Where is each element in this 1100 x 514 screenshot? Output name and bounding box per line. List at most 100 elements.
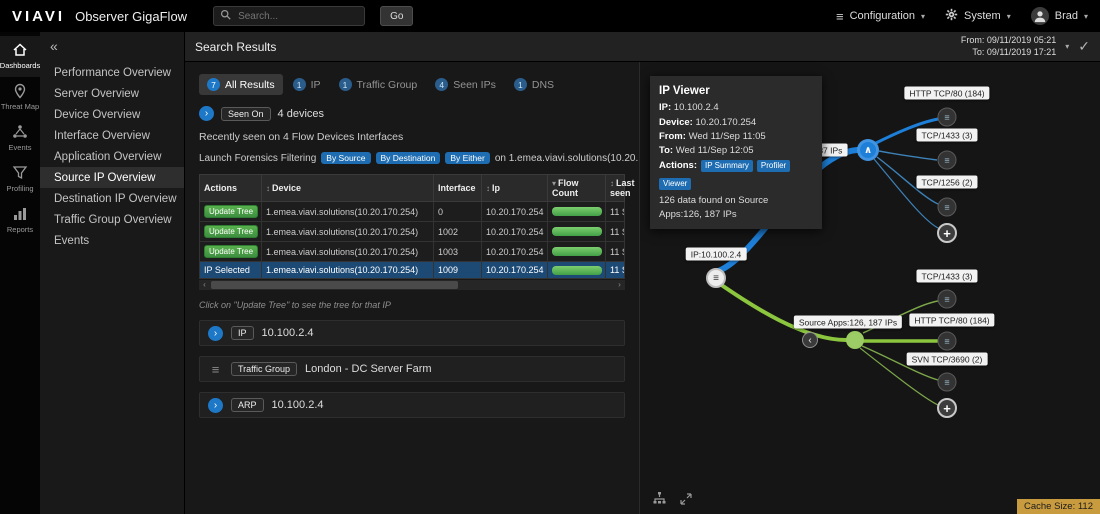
source-apps-label[interactable]: Source Apps:126, 187 IPs [794,316,902,329]
tab-dns[interactable]: 1 DNS [506,74,562,95]
to-field: To: Wed 11/Sep 12:05 [659,144,813,158]
plus-icon: + [943,226,951,241]
collapse-branch-icon[interactable]: ‹ [802,332,818,348]
rail-item-profiling[interactable]: Profiling [0,159,40,200]
source-leaf-label[interactable]: SVN TCP/3690 (2) [907,353,988,366]
tree-layout-icon[interactable] [652,492,667,506]
cell-last-seen: 11 Sep [606,262,625,279]
system-label: System [964,10,1001,22]
scrollbar-thumb[interactable] [211,281,458,289]
search-input[interactable] [236,10,354,23]
sidebar-item-performance-overview[interactable]: Performance Overview [40,62,184,83]
update-tree-button[interactable]: Update Tree [204,245,258,258]
go-button[interactable]: Go [380,6,413,26]
app-window: VIAVI Observer GigaFlow Go ≡ Configurati… [0,0,1100,514]
result-item-arp[interactable]: › ARP 10.100.2.4 [199,392,625,418]
app-node-icon[interactable]: ≡ [938,373,957,392]
expand-more-dest-icon[interactable]: + [937,223,957,243]
by-destination-button[interactable]: By Destination [376,152,441,164]
dest-apps-hub-icon[interactable]: ∧ [857,139,879,161]
expand-more-source-icon[interactable]: + [937,398,957,418]
by-either-button[interactable]: By Either [445,152,490,164]
col-last-seen[interactable]: ↕Last seen [606,175,625,202]
node-glyph: ≡ [944,336,949,346]
user-menu[interactable]: Brad ▾ [1031,7,1088,25]
system-menu[interactable]: System ▾ [945,8,1011,24]
update-tree-button[interactable]: Update Tree [204,205,258,218]
root-node-label[interactable]: IP:10.100.2.4 [686,248,747,261]
tab-seen-ips[interactable]: 4 Seen IPs [427,74,504,95]
node-glyph: ≡ [944,294,949,304]
app-node-icon[interactable]: ≡ [938,151,957,170]
sidebar-item-interface-overview[interactable]: Interface Overview [40,125,184,146]
cell-flow-count [548,202,606,222]
tab-count-badge: 1 [293,78,306,91]
sidebar-item-destination-ip-overview[interactable]: Destination IP Overview [40,188,184,209]
expand-toggle-icon[interactable]: › [199,106,214,121]
scroll-left-arrow[interactable]: ‹ [199,280,210,290]
global-search-box[interactable] [213,6,365,26]
source-leaf-label[interactable]: HTTP TCP/80 (184) [909,314,994,327]
col-device[interactable]: ↕Device [262,175,434,202]
rail-label: Events [9,143,32,152]
chevron-left-icon: ‹ [808,335,811,346]
ip-viewer-title: IP Viewer [659,83,813,100]
col-interface[interactable]: Interface [434,175,482,202]
dest-leaf-label[interactable]: HTTP TCP/80 (184) [904,87,989,100]
expand-view-icon[interactable] [679,492,693,506]
viewer-button[interactable]: Viewer [659,178,691,190]
dest-leaf-label[interactable]: TCP/1256 (2) [916,176,977,189]
rail-item-reports[interactable]: Reports [0,200,40,241]
sidebar-item-application-overview[interactable]: Application Overview [40,146,184,167]
ip-summary-button[interactable]: IP Summary [701,160,753,172]
sort-icon: ↕ [266,184,270,193]
cell-last-seen: 11 Sep [606,242,625,262]
result-item-traffic-group[interactable]: ≡ Traffic Group London - DC Server Farm [199,356,625,382]
table-row[interactable]: Update Tree 1.emea.viavi.solutions(10.20… [200,222,625,242]
update-tree-button[interactable]: Update Tree [204,225,258,238]
result-item-ip[interactable]: › IP 10.100.2.4 [199,320,625,346]
user-label: Brad [1055,10,1078,22]
cell-flow-count [548,262,606,279]
source-apps-hub-icon[interactable] [846,331,864,349]
app-node-icon[interactable]: ≡ [938,108,957,127]
app-node-icon[interactable]: ≡ [938,290,957,309]
tab-all-results[interactable]: 7 All Results [199,74,283,95]
rail-label: Profiling [6,184,33,193]
tab-traffic-group[interactable]: 1 Traffic Group [331,74,426,95]
home-icon [12,42,28,58]
by-source-button[interactable]: By Source [321,152,370,164]
sidebar-item-device-overview[interactable]: Device Overview [40,104,184,125]
table-row-selected[interactable]: IP Selected 1.emea.viavi.solutions(10.20… [200,262,625,279]
sidebar-collapse-button[interactable]: « [40,32,184,62]
rail-item-threat-map[interactable]: Threat Map [0,77,40,118]
time-range-selector[interactable]: From: 09/11/2019 05:21 To: 09/11/2019 17… [961,35,1056,58]
root-node-icon[interactable]: ≡ [706,268,726,288]
table-row[interactable]: Update Tree 1.emea.viavi.solutions(10.20… [200,242,625,262]
configuration-menu[interactable]: ≡ Configuration ▾ [836,9,925,24]
sidebar-item-traffic-group-overview[interactable]: Traffic Group Overview [40,209,184,230]
time-range-from: From: 09/11/2019 05:21 [961,35,1056,47]
results-tabs: 7 All Results 1 IP 1 Traffic Group 4 See… [199,74,625,95]
table-row[interactable]: Update Tree 1.emea.viavi.solutions(10.20… [200,202,625,222]
tab-ip[interactable]: 1 IP [285,74,329,95]
apply-check-icon[interactable]: ✓ [1078,38,1090,55]
profiler-button[interactable]: Profiler [757,160,790,172]
app-node-icon[interactable]: ≡ [938,332,957,351]
col-ip[interactable]: ↕Ip [482,175,548,202]
source-leaf-label[interactable]: TCP/1433 (3) [916,270,977,283]
rail-item-dashboards[interactable]: Dashboards [0,36,40,77]
expand-toggle-icon[interactable]: › [208,326,223,341]
dest-leaf-label[interactable]: TCP/1433 (3) [916,129,977,142]
caret-down-icon[interactable]: ▾ [1065,42,1069,51]
scroll-right-arrow[interactable]: › [614,280,625,290]
sidebar-item-source-ip-overview[interactable]: Source IP Overview [40,167,184,188]
sidebar-item-server-overview[interactable]: Server Overview [40,83,184,104]
rail-item-events[interactable]: Events [0,118,40,159]
expand-toggle-icon[interactable]: › [208,398,223,413]
app-node-icon[interactable]: ≡ [938,198,957,217]
horizontal-scrollbar[interactable]: ‹ › [199,280,625,290]
sidebar-item-events[interactable]: Events [40,230,184,251]
col-flow-count[interactable]: ▾Flow Count [548,175,606,202]
col-actions[interactable]: Actions [200,175,262,202]
